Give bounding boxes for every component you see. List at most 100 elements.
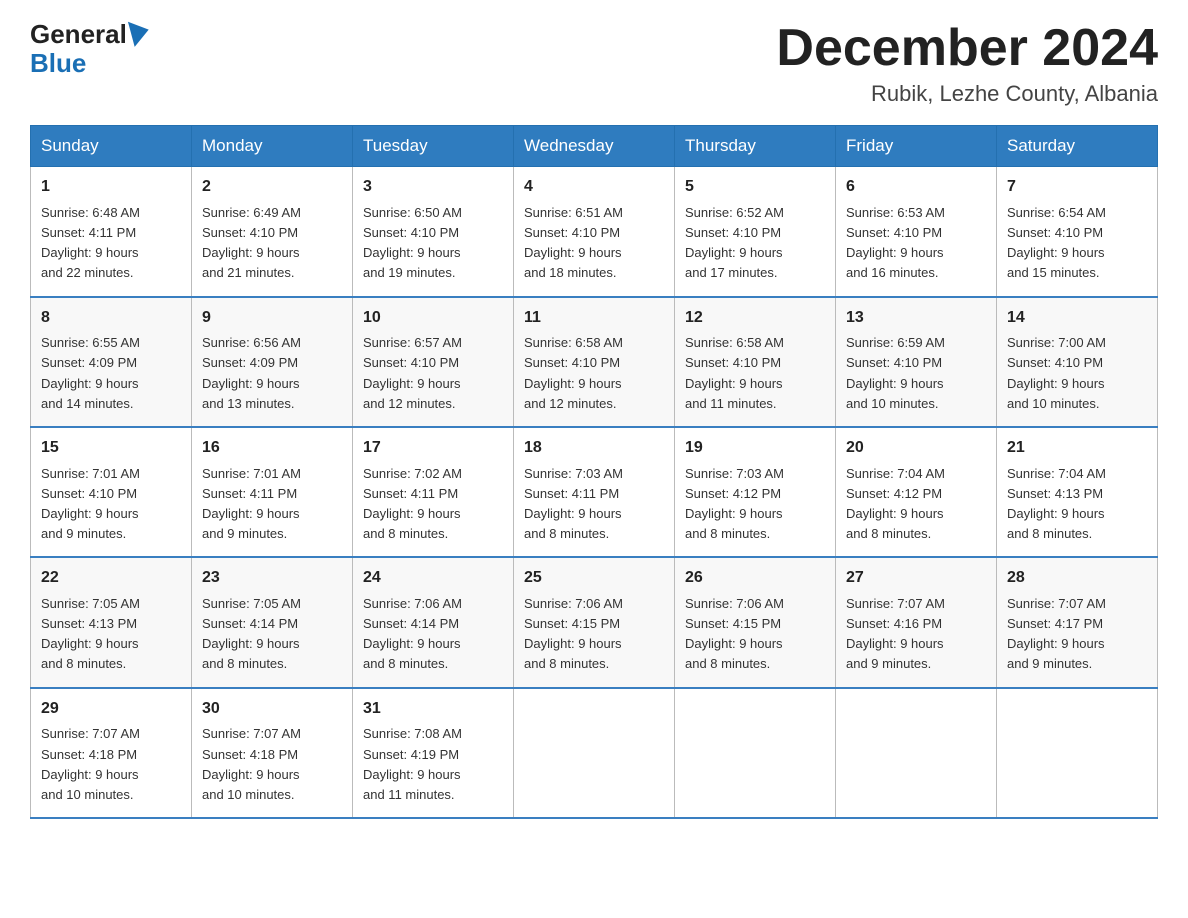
- day-number: 7: [1007, 175, 1147, 200]
- day-number: 31: [363, 697, 503, 722]
- calendar-header-row: SundayMondayTuesdayWednesdayThursdayFrid…: [31, 126, 1158, 167]
- day-number: 20: [846, 436, 986, 461]
- day-info: Sunrise: 6:58 AMSunset: 4:10 PMDaylight:…: [685, 333, 825, 414]
- calendar-cell: 2Sunrise: 6:49 AMSunset: 4:10 PMDaylight…: [192, 167, 353, 297]
- day-number: 1: [41, 175, 181, 200]
- calendar-cell: 24Sunrise: 7:06 AMSunset: 4:14 PMDayligh…: [353, 557, 514, 687]
- day-number: 4: [524, 175, 664, 200]
- calendar-week-row: 22Sunrise: 7:05 AMSunset: 4:13 PMDayligh…: [31, 557, 1158, 687]
- calendar-cell: 21 Sunrise: 7:04 AMSunset: 4:13 PMDayligh…: [997, 427, 1158, 557]
- location-subtitle: Rubik, Lezhe County, Albania: [776, 81, 1158, 107]
- calendar-cell: [836, 688, 997, 818]
- calendar-cell: [997, 688, 1158, 818]
- day-number: 21: [1007, 436, 1147, 461]
- calendar-week-row: 8Sunrise: 6:55 AMSunset: 4:09 PMDaylight…: [31, 297, 1158, 427]
- calendar-week-row: 1 Sunrise: 6:48 AMSunset: 4:11 PMDaylight…: [31, 167, 1158, 297]
- calendar-cell: 4 Sunrise: 6:51 AMSunset: 4:10 PMDaylight…: [514, 167, 675, 297]
- weekday-header-monday: Monday: [192, 126, 353, 167]
- calendar-cell: 26 Sunrise: 7:06 AMSunset: 4:15 PMDayligh…: [675, 557, 836, 687]
- calendar-cell: 23 Sunrise: 7:05 AMSunset: 4:14 PMDayligh…: [192, 557, 353, 687]
- calendar-cell: 13Sunrise: 6:59 AMSunset: 4:10 PMDayligh…: [836, 297, 997, 427]
- calendar-cell: 9Sunrise: 6:56 AMSunset: 4:09 PMDaylight…: [192, 297, 353, 427]
- calendar-cell: [675, 688, 836, 818]
- calendar-cell: 12Sunrise: 6:58 AMSunset: 4:10 PMDayligh…: [675, 297, 836, 427]
- page-header: General Blue December 2024 Rubik, Lezhe …: [30, 20, 1158, 107]
- day-info: Sunrise: 7:02 AMSunset: 4:11 PMDaylight:…: [363, 464, 503, 545]
- day-number: 13: [846, 306, 986, 331]
- calendar-cell: 3Sunrise: 6:50 AMSunset: 4:10 PMDaylight…: [353, 167, 514, 297]
- title-block: December 2024 Rubik, Lezhe County, Alban…: [776, 20, 1158, 107]
- day-info: Sunrise: 6:56 AMSunset: 4:09 PMDaylight:…: [202, 333, 342, 414]
- day-number: 8: [41, 306, 181, 331]
- day-number: 25: [524, 566, 664, 591]
- day-number: 14: [1007, 306, 1147, 331]
- calendar-cell: [514, 688, 675, 818]
- day-number: 30: [202, 697, 342, 722]
- day-info: Sunrise: 6:54 AMSunset: 4:10 PMDaylight:…: [1007, 203, 1147, 284]
- day-number: 16: [202, 436, 342, 461]
- day-info: Sunrise: 6:48 AMSunset: 4:11 PMDaylight:…: [41, 203, 181, 284]
- calendar-cell: 6 Sunrise: 6:53 AMSunset: 4:10 PMDaylight…: [836, 167, 997, 297]
- calendar-cell: 18 Sunrise: 7:03 AMSunset: 4:11 PMDayligh…: [514, 427, 675, 557]
- day-number: 10: [363, 306, 503, 331]
- calendar-week-row: 15 Sunrise: 7:01 AMSunset: 4:10 PMDayligh…: [31, 427, 1158, 557]
- day-info: Sunrise: 7:04 AMSunset: 4:12 PMDaylight:…: [846, 464, 986, 545]
- logo: General Blue: [30, 20, 149, 77]
- calendar-cell: 16 Sunrise: 7:01 AMSunset: 4:11 PMDayligh…: [192, 427, 353, 557]
- calendar-cell: 7 Sunrise: 6:54 AMSunset: 4:10 PMDaylight…: [997, 167, 1158, 297]
- day-info: Sunrise: 7:01 AMSunset: 4:10 PMDaylight:…: [41, 464, 181, 545]
- day-info: Sunrise: 7:07 AMSunset: 4:18 PMDaylight:…: [202, 724, 342, 805]
- day-number: 26: [685, 566, 825, 591]
- day-number: 6: [846, 175, 986, 200]
- day-number: 29: [41, 697, 181, 722]
- day-number: 22: [41, 566, 181, 591]
- day-number: 19: [685, 436, 825, 461]
- day-number: 11: [524, 306, 664, 331]
- day-number: 23: [202, 566, 342, 591]
- day-info: Sunrise: 6:53 AMSunset: 4:10 PMDaylight:…: [846, 203, 986, 284]
- day-number: 12: [685, 306, 825, 331]
- logo-arrow-icon: [128, 17, 152, 47]
- weekday-header-thursday: Thursday: [675, 126, 836, 167]
- calendar-cell: 17Sunrise: 7:02 AMSunset: 4:11 PMDayligh…: [353, 427, 514, 557]
- day-info: Sunrise: 6:59 AMSunset: 4:10 PMDaylight:…: [846, 333, 986, 414]
- calendar-cell: 22Sunrise: 7:05 AMSunset: 4:13 PMDayligh…: [31, 557, 192, 687]
- day-number: 15: [41, 436, 181, 461]
- weekday-header-wednesday: Wednesday: [514, 126, 675, 167]
- day-number: 28: [1007, 566, 1147, 591]
- calendar-cell: 25 Sunrise: 7:06 AMSunset: 4:15 PMDayligh…: [514, 557, 675, 687]
- day-number: 27: [846, 566, 986, 591]
- day-number: 5: [685, 175, 825, 200]
- calendar-cell: 19 Sunrise: 7:03 AMSunset: 4:12 PMDayligh…: [675, 427, 836, 557]
- month-title: December 2024: [776, 20, 1158, 77]
- day-info: Sunrise: 7:06 AMSunset: 4:15 PMDaylight:…: [524, 594, 664, 675]
- day-info: Sunrise: 7:01 AMSunset: 4:11 PMDaylight:…: [202, 464, 342, 545]
- calendar-cell: 28 Sunrise: 7:07 AMSunset: 4:17 PMDayligh…: [997, 557, 1158, 687]
- day-info: Sunrise: 7:06 AMSunset: 4:15 PMDaylight:…: [685, 594, 825, 675]
- weekday-header-saturday: Saturday: [997, 126, 1158, 167]
- day-info: Sunrise: 7:07 AMSunset: 4:16 PMDaylight:…: [846, 594, 986, 675]
- calendar-cell: 27 Sunrise: 7:07 AMSunset: 4:16 PMDayligh…: [836, 557, 997, 687]
- day-number: 24: [363, 566, 503, 591]
- calendar-cell: 14Sunrise: 7:00 AMSunset: 4:10 PMDayligh…: [997, 297, 1158, 427]
- day-info: Sunrise: 6:51 AMSunset: 4:10 PMDaylight:…: [524, 203, 664, 284]
- day-info: Sunrise: 7:04 AMSunset: 4:13 PMDaylight:…: [1007, 464, 1147, 545]
- day-info: Sunrise: 7:08 AMSunset: 4:19 PMDaylight:…: [363, 724, 503, 805]
- weekday-header-friday: Friday: [836, 126, 997, 167]
- day-info: Sunrise: 7:07 AMSunset: 4:18 PMDaylight:…: [41, 724, 181, 805]
- day-info: Sunrise: 6:52 AMSunset: 4:10 PMDaylight:…: [685, 203, 825, 284]
- calendar-cell: 8Sunrise: 6:55 AMSunset: 4:09 PMDaylight…: [31, 297, 192, 427]
- weekday-header-tuesday: Tuesday: [353, 126, 514, 167]
- day-info: Sunrise: 6:55 AMSunset: 4:09 PMDaylight:…: [41, 333, 181, 414]
- day-number: 2: [202, 175, 342, 200]
- day-info: Sunrise: 7:00 AMSunset: 4:10 PMDaylight:…: [1007, 333, 1147, 414]
- day-number: 9: [202, 306, 342, 331]
- day-number: 18: [524, 436, 664, 461]
- calendar-cell: 30Sunrise: 7:07 AMSunset: 4:18 PMDayligh…: [192, 688, 353, 818]
- day-info: Sunrise: 7:07 AMSunset: 4:17 PMDaylight:…: [1007, 594, 1147, 675]
- calendar-cell: 29Sunrise: 7:07 AMSunset: 4:18 PMDayligh…: [31, 688, 192, 818]
- day-info: Sunrise: 7:03 AMSunset: 4:11 PMDaylight:…: [524, 464, 664, 545]
- day-info: Sunrise: 7:03 AMSunset: 4:12 PMDaylight:…: [685, 464, 825, 545]
- day-info: Sunrise: 7:05 AMSunset: 4:14 PMDaylight:…: [202, 594, 342, 675]
- logo-blue-text: Blue: [30, 49, 86, 78]
